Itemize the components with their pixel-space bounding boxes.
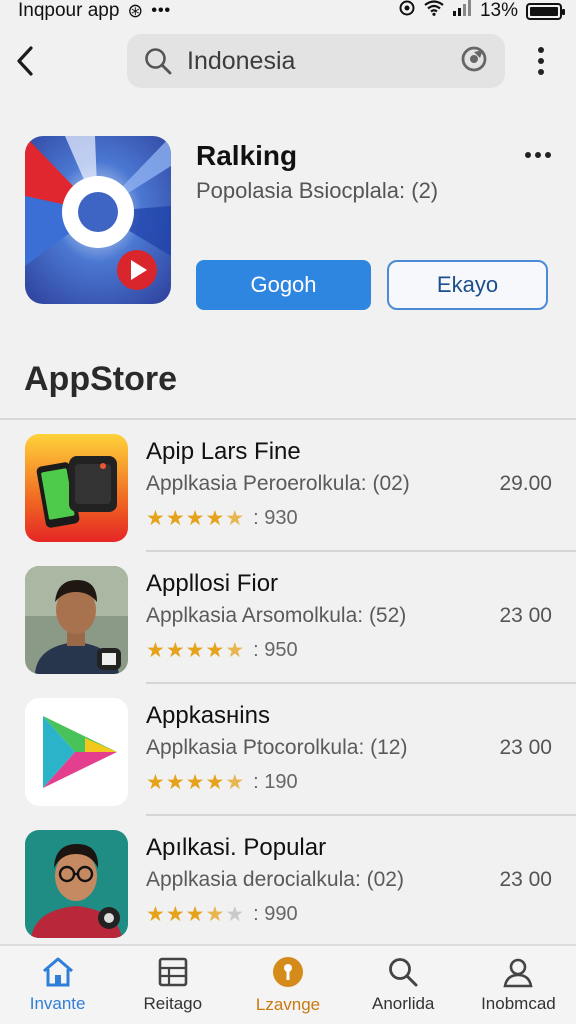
star-rating: ★★★★★ bbox=[146, 903, 246, 926]
app-price: 29.00 bbox=[499, 472, 552, 495]
home-icon bbox=[42, 957, 73, 987]
app-icon-play-triangle bbox=[25, 698, 128, 806]
search-icon bbox=[389, 958, 418, 987]
rating-count: : 190 bbox=[253, 771, 298, 793]
nav-label: Reitago bbox=[143, 994, 203, 1013]
app-icon-avatar-man bbox=[25, 566, 128, 674]
nav-tab-badge[interactable]: Lzavnge bbox=[230, 946, 345, 1024]
rating-count: : 930 bbox=[253, 507, 298, 529]
app-name: Apip Lars Fine bbox=[146, 438, 301, 465]
featured-app-title: Ralking bbox=[196, 140, 298, 171]
wifi-icon bbox=[424, 0, 444, 22]
app-rating: ★★★★★ : 990 bbox=[146, 902, 298, 927]
search-bar[interactable]: Indonesia bbox=[127, 34, 505, 88]
secondary-action-button[interactable]: Ekayo bbox=[387, 260, 548, 310]
nav-label: Anorlida bbox=[372, 994, 435, 1013]
nav-tab-home[interactable]: Invante bbox=[0, 946, 115, 1024]
status-more-dots: ••• bbox=[151, 2, 172, 19]
nav-label: Invante bbox=[29, 994, 86, 1013]
battery-icon bbox=[526, 2, 565, 20]
list-item[interactable]: Apip Lars Fine Applkasia Peroerolkula: (… bbox=[0, 420, 576, 552]
pin-badge-icon bbox=[273, 957, 303, 987]
app-name: Apılkasi. Popular bbox=[146, 834, 327, 861]
nav-label: Inobmcad bbox=[481, 994, 556, 1013]
featured-app-icon[interactable] bbox=[25, 136, 171, 304]
status-app-label: Inqpour app bbox=[18, 0, 120, 21]
search-input[interactable]: Indonesia bbox=[187, 47, 459, 76]
chevron-left-icon bbox=[17, 46, 33, 76]
app-price: 23 00 bbox=[499, 736, 552, 759]
primary-action-button[interactable]: Gogoh bbox=[196, 260, 371, 310]
list-item[interactable]: Appkasнins Applkasia Ptocorolkula: (12) … bbox=[0, 684, 576, 816]
nav-tab-profile[interactable]: Inobmcad bbox=[461, 946, 576, 1024]
battery-percent: 13% bbox=[479, 0, 518, 21]
profile-icon bbox=[503, 958, 533, 988]
nav-tab-list[interactable]: Reitago bbox=[115, 946, 230, 1024]
nav-label: Lzavnge bbox=[255, 995, 321, 1014]
app-rating: ★★★★★ : 190 bbox=[146, 770, 298, 795]
cellular-signal-icon bbox=[452, 0, 472, 22]
section-title: AppStore bbox=[24, 360, 177, 398]
nav-tab-search[interactable]: Anorlida bbox=[346, 946, 461, 1024]
app-icon-avatar-glasses bbox=[25, 830, 128, 938]
star-rating: ★★★★★ bbox=[146, 771, 246, 794]
status-bar: Inqpour app ⊛ ••• 13% bbox=[0, 0, 576, 22]
app-name: Appllosi Fior bbox=[146, 570, 279, 597]
bottom-navigation: Invante Reitago Lzavnge Anorlida Inobmca… bbox=[0, 944, 576, 1024]
featured-app: Ralking Popolasia Bsiocplala: (2) Gogoh … bbox=[0, 136, 576, 310]
app-rating: ★★★★★ : 950 bbox=[146, 638, 298, 663]
app-name: Appkasнins bbox=[146, 702, 270, 729]
list-item[interactable]: Apılkasi. Popular Applkasia derocialkula… bbox=[0, 816, 576, 948]
app-rating: ★★★★★ : 930 bbox=[146, 506, 298, 531]
kebab-menu-icon[interactable] bbox=[528, 40, 554, 82]
list-item[interactable]: Appllosi Fior Applkasia Arsomolkula: (52… bbox=[0, 552, 576, 684]
app-description: Applkasia Ptocorolkula: (12) bbox=[146, 736, 408, 759]
rating-count: : 990 bbox=[253, 903, 298, 925]
app-price: 23 00 bbox=[499, 868, 552, 891]
featured-more-icon[interactable] bbox=[522, 142, 554, 168]
search-icon bbox=[145, 48, 172, 75]
featured-app-subtitle: Popolasia Bsiocplala: (2) bbox=[196, 178, 439, 203]
grid-list-icon bbox=[158, 957, 188, 987]
app-description: Applkasia Peroerolkula: (02) bbox=[146, 472, 410, 495]
app-icon-phones bbox=[25, 434, 128, 542]
star-rating: ★★★★★ bbox=[146, 507, 246, 530]
notification-icon: ⊛ bbox=[127, 0, 144, 22]
rating-count: : 950 bbox=[253, 639, 298, 661]
sync-icon bbox=[398, 0, 416, 23]
app-price: 23 00 bbox=[499, 604, 552, 627]
app-list: Apip Lars Fine Applkasia Peroerolkula: (… bbox=[0, 420, 576, 948]
app-description: Applkasia derocialkula: (02) bbox=[146, 868, 404, 891]
star-rating: ★★★★★ bbox=[146, 639, 246, 662]
top-bar: Indonesia bbox=[0, 34, 576, 88]
app-description: Applkasia Arsomolkula: (52) bbox=[146, 604, 407, 627]
back-button[interactable] bbox=[10, 42, 40, 80]
refresh-icon[interactable] bbox=[459, 44, 489, 79]
